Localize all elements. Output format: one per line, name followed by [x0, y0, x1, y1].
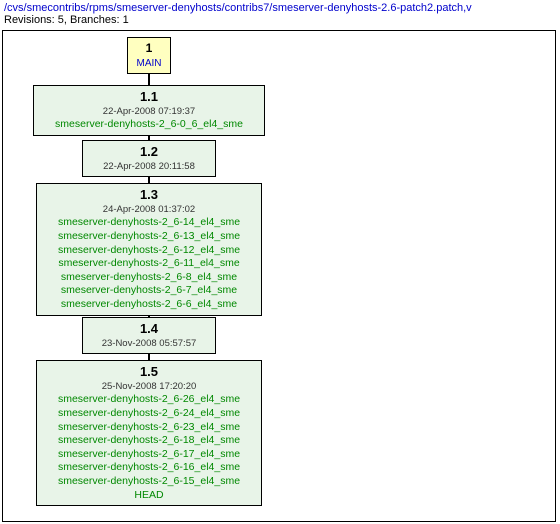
rev-tag: smeserver-denyhosts-2_6-14_el4_sme [45, 216, 253, 230]
revision-graph: 1 MAIN 1.1 22-Apr-2008 07:19:37 smeserve… [2, 30, 556, 522]
branch-main[interactable]: 1 MAIN [127, 37, 171, 74]
rev-tag: smeserver-denyhosts-2_6-7_el4_sme [45, 284, 253, 298]
rev-date: 23-Nov-2008 05:57:57 [91, 338, 207, 350]
rev-tag: smeserver-denyhosts-2_6-17_el4_sme [45, 448, 253, 462]
rev-date: 25-Nov-2008 17:20:20 [45, 381, 253, 393]
rev-date: 22-Apr-2008 20:11:58 [91, 161, 207, 173]
rev-tag: smeserver-denyhosts-2_6-8_el4_sme [45, 271, 253, 285]
header: /cvs/smecontribs/rpms/smeserver-denyhost… [0, 0, 560, 28]
rev-num: 1.3 [45, 187, 253, 204]
revision-1-3[interactable]: 1.3 24-Apr-2008 01:37:02 smeserver-denyh… [36, 183, 262, 316]
rev-num: 1.2 [91, 144, 207, 161]
rev-tag: smeserver-denyhosts-2_6-6_el4_sme [45, 298, 253, 312]
rev-date: 24-Apr-2008 01:37:02 [45, 204, 253, 216]
rev-tag: smeserver-denyhosts-2_6-12_el4_sme [45, 244, 253, 258]
revisions-info: Revisions: 5, Branches: 1 [4, 14, 129, 26]
rev-tag: smeserver-denyhosts-2_6-26_el4_sme [45, 393, 253, 407]
rev-tag: smeserver-denyhosts-2_6-16_el4_sme [45, 461, 253, 475]
branch-num: 1 [136, 41, 162, 57]
rev-tag: smeserver-denyhosts-2_6-15_el4_sme [45, 475, 253, 489]
revision-1-1[interactable]: 1.1 22-Apr-2008 07:19:37 smeserver-denyh… [33, 85, 265, 136]
revision-1-2[interactable]: 1.2 22-Apr-2008 20:11:58 [82, 140, 216, 177]
rev-tag: HEAD [45, 489, 253, 503]
revision-1-5[interactable]: 1.5 25-Nov-2008 17:20:20 smeserver-denyh… [36, 360, 262, 506]
rev-num: 1.4 [91, 321, 207, 338]
rev-num: 1.1 [42, 89, 256, 106]
rev-tag: smeserver-denyhosts-2_6-18_el4_sme [45, 434, 253, 448]
rev-tag: smeserver-denyhosts-2_6-24_el4_sme [45, 407, 253, 421]
file-path: /cvs/smecontribs/rpms/smeserver-denyhost… [4, 2, 472, 14]
rev-tag: smeserver-denyhosts-2_6-23_el4_sme [45, 421, 253, 435]
rev-num: 1.5 [45, 364, 253, 381]
revision-1-4[interactable]: 1.4 23-Nov-2008 05:57:57 [82, 317, 216, 354]
rev-tag: smeserver-denyhosts-2_6-13_el4_sme [45, 230, 253, 244]
rev-tag: smeserver-denyhosts-2_6-0_6_el4_sme [42, 118, 256, 132]
rev-date: 22-Apr-2008 07:19:37 [42, 106, 256, 118]
branch-label: MAIN [136, 57, 162, 70]
rev-tag: smeserver-denyhosts-2_6-11_el4_sme [45, 257, 253, 271]
